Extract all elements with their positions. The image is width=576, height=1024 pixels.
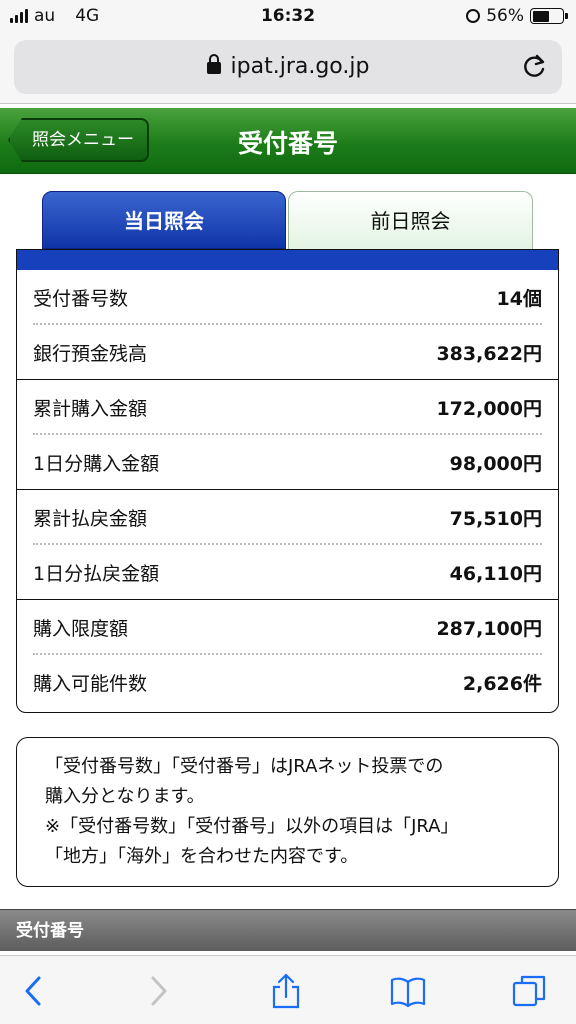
tab-underline [17, 250, 558, 270]
browser-address-area: ipat.jra.go.jp [0, 34, 576, 104]
summary-value: 172,000円 [436, 398, 542, 420]
summary-label: 1日分購入金額 [33, 453, 160, 475]
summary-value: 2,626件 [462, 673, 542, 695]
tab-previous-day[interactable]: 前日照会 [288, 191, 533, 249]
share-icon[interactable] [268, 973, 304, 1009]
notice-box: 「受付番号数」「受付番号」はJRAネット投票での 購入分となります。 ※「受付番… [16, 737, 559, 887]
summary-label: 銀行預金残高 [33, 343, 148, 365]
summary-value: 98,000円 [449, 453, 542, 475]
account-summary-table: 受付番号数 14個 銀行預金残高 383,622円 累計購入金額 172,000… [16, 249, 559, 713]
bookmarks-icon[interactable] [390, 973, 426, 1009]
summary-row: 銀行預金残高 383,622円 [17, 325, 558, 380]
notice-line: 「受付番号数」「受付番号」はJRAネット投票での [45, 756, 444, 777]
summary-value: 287,100円 [436, 618, 542, 640]
notice-line: 購入分となります。 [45, 786, 205, 807]
summary-label: 1日分払戻金額 [33, 563, 160, 585]
summary-label: 購入限度額 [33, 618, 129, 640]
summary-value: 46,110円 [449, 563, 542, 585]
summary-label: 累計購入金額 [33, 398, 148, 420]
tab-today[interactable]: 当日照会 [42, 191, 286, 249]
battery-percent: 56% [486, 6, 524, 26]
summary-row: 購入可能件数 2,626件 [17, 655, 558, 710]
status-bar: au 4G 16:32 56% [0, 0, 576, 34]
url-text: ipat.jra.go.jp [230, 54, 370, 79]
lock-icon [206, 54, 221, 74]
page-title: 受付番号 [237, 129, 338, 158]
summary-row: 受付番号数 14個 [17, 270, 558, 325]
summary-row: 1日分購入金額 98,000円 [17, 435, 558, 490]
status-right: 56% [466, 6, 568, 26]
page-header: 照会メニュー 受付番号 [0, 108, 576, 174]
summary-label: 累計払戻金額 [33, 508, 148, 530]
notice-line: ※「受付番号数」「受付番号」以外の項目は「JRA」 [45, 816, 459, 837]
date-tabs: 当日照会 前日照会 [42, 191, 533, 249]
notice-line: 「地方」「海外」を合わせた内容です。 [45, 846, 359, 867]
tabs-icon[interactable] [512, 973, 548, 1009]
reload-icon[interactable] [522, 53, 548, 79]
summary-row: 累計払戻金額 75,510円 [17, 490, 558, 545]
summary-label: 購入可能件数 [33, 673, 148, 695]
section-header: 受付番号 [0, 909, 576, 951]
summary-row: 累計購入金額 172,000円 [17, 380, 558, 435]
url-display[interactable]: ipat.jra.go.jp [14, 54, 562, 79]
summary-row: 購入限度額 287,100円 [17, 600, 558, 655]
battery-icon [530, 8, 568, 24]
summary-value: 75,510円 [449, 508, 542, 530]
address-bar[interactable]: ipat.jra.go.jp [14, 40, 562, 94]
summary-value: 383,622円 [436, 343, 542, 365]
back-icon[interactable] [16, 973, 52, 1009]
summary-row: 1日分払戻金額 46,110円 [17, 545, 558, 600]
browser-toolbar [0, 955, 576, 1024]
summary-label: 受付番号数 [33, 288, 129, 310]
orientation-lock-icon [466, 9, 481, 23]
forward-icon[interactable] [140, 973, 176, 1009]
summary-value: 14個 [496, 288, 542, 310]
